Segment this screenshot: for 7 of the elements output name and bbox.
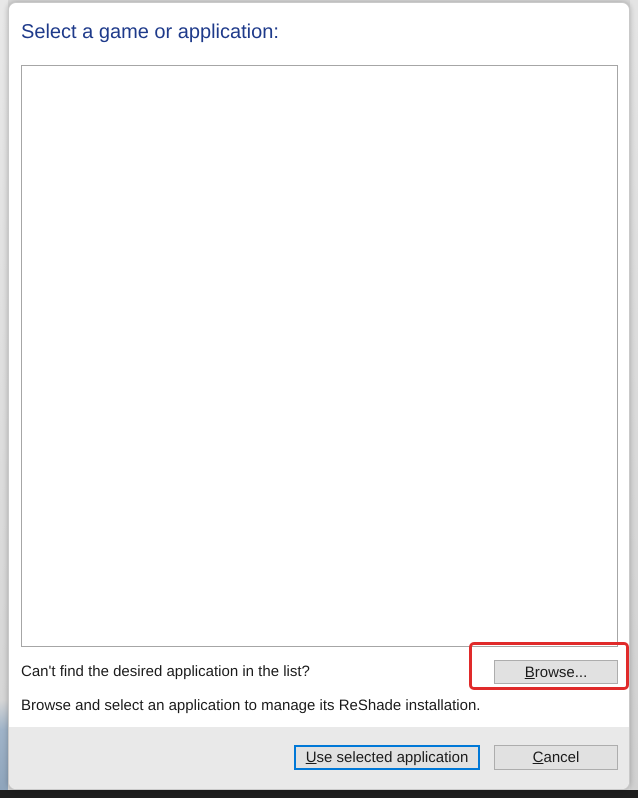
application-list[interactable]: [21, 65, 618, 647]
browse-button[interactable]: Browse...: [494, 660, 618, 684]
use-application-button[interactable]: Use selected application: [294, 745, 480, 770]
cancel-button[interactable]: Cancel: [494, 745, 618, 770]
hint-text: Browse and select an application to manage its ReShade installation.: [21, 696, 480, 716]
browse-prompt: Can't find the desired application in the list?: [21, 662, 310, 682]
dialog-heading: Select a game or application:: [21, 20, 279, 45]
